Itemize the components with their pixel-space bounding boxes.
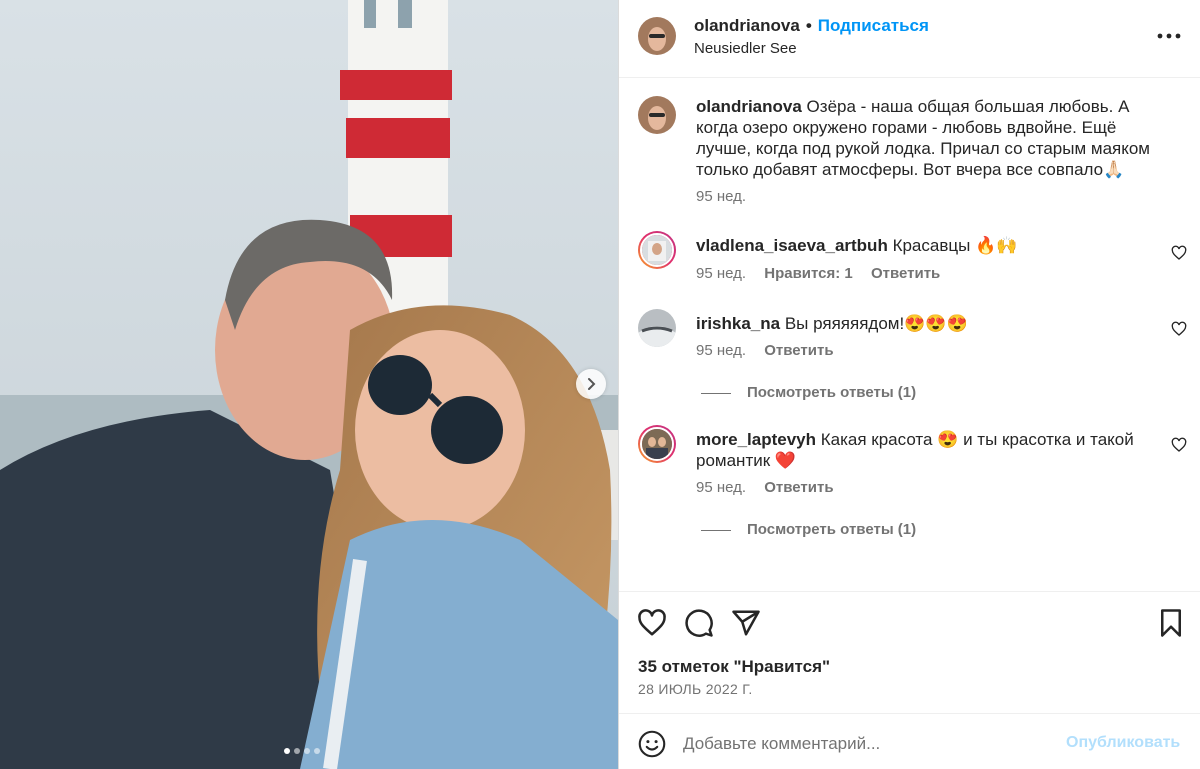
next-slide-button[interactable] (576, 369, 606, 399)
add-comment-bar: Опубликовать (619, 713, 1200, 769)
comment-body: Красавцы 🔥🙌 (892, 236, 1018, 255)
follow-button[interactable]: Подписаться (818, 16, 929, 35)
likes-count[interactable]: 35 отметок "Нравится" (638, 657, 830, 677)
view-replies-label: Посмотреть ответы (1) (747, 384, 917, 401)
reply-button[interactable]: Ответить (764, 342, 833, 359)
emoji-icon[interactable] (638, 730, 666, 758)
commenter-avatar[interactable] (638, 309, 676, 347)
separator-dot: • (805, 16, 812, 35)
publish-button[interactable]: Опубликовать (1066, 734, 1180, 752)
carousel-indicator (284, 748, 320, 754)
post-location[interactable]: Neusiedler See (694, 40, 797, 57)
carousel-dot (294, 748, 300, 754)
view-replies-button[interactable]: Посмотреть ответы (1) (701, 521, 916, 538)
save-bookmark-icon[interactable] (1156, 608, 1186, 638)
like-heart-icon[interactable] (637, 608, 667, 638)
comment-text: vladlena_isaeva_artbuh Красавцы 🔥🙌 (696, 235, 1171, 256)
carousel-dot (284, 748, 290, 754)
comment-time[interactable]: 95 нед. (696, 342, 746, 359)
replies-divider-line (701, 392, 731, 394)
replies-divider-line (701, 529, 731, 531)
post-actions: 35 отметок "Нравится" 28 ИЮЛЬ 2022 Г. (619, 591, 1200, 713)
comment-text: more_laptevyh Какая красота 😍 и ты красо… (696, 429, 1171, 471)
caption-username[interactable]: olandrianova (696, 97, 802, 116)
caption-text: olandrianova Озёра - наша общая большая … (696, 96, 1171, 180)
caption-time[interactable]: 95 нед. (696, 188, 746, 205)
chevron-right-icon (588, 378, 596, 390)
comments-list[interactable]: olandrianova Озёра - наша общая большая … (619, 79, 1200, 591)
post-header: olandrianova • Подписаться Neusiedler See (619, 0, 1200, 78)
comment-meta: 95 нед. Ответить (696, 342, 848, 359)
comment-bubble-icon[interactable] (684, 608, 714, 638)
post-photo (0, 0, 618, 769)
commenter-avatar[interactable] (638, 425, 676, 463)
reply-button[interactable]: Ответить (871, 265, 940, 282)
carousel-dot (304, 748, 310, 754)
more-horizontal-icon[interactable] (1155, 26, 1183, 46)
comment-time[interactable]: 95 нед. (696, 265, 746, 282)
like-comment-heart-icon[interactable] (1171, 321, 1187, 337)
commenter-avatar[interactable] (638, 231, 676, 269)
caption-meta: 95 нед. (696, 188, 760, 205)
comment-username[interactable]: more_laptevyh (696, 430, 816, 449)
comment-likes[interactable]: Нравится: 1 (764, 265, 853, 282)
view-replies-label: Посмотреть ответы (1) (747, 521, 917, 538)
post-media[interactable] (0, 0, 618, 769)
comment-meta: 95 нед. Нравится: 1 Ответить (696, 265, 954, 282)
comment-text: irishka_na Вы ряяяяядом!😍😍😍 (696, 313, 1171, 334)
comment-time[interactable]: 95 нед. (696, 479, 746, 496)
view-replies-button[interactable]: Посмотреть ответы (1) (701, 384, 916, 401)
comment-username[interactable]: irishka_na (696, 314, 780, 333)
comment-body: Вы ряяяяядом!😍😍😍 (784, 314, 968, 333)
like-comment-heart-icon[interactable] (1171, 245, 1187, 261)
author-avatar[interactable] (638, 17, 676, 55)
carousel-dot (314, 748, 320, 754)
reply-button[interactable]: Ответить (764, 479, 833, 496)
comment-username[interactable]: vladlena_isaeva_artbuh (696, 236, 888, 255)
header-user-line: olandrianova • Подписаться (694, 16, 929, 36)
caption-avatar[interactable] (638, 96, 676, 134)
post-date[interactable]: 28 ИЮЛЬ 2022 Г. (638, 681, 753, 697)
comment-input[interactable] (683, 728, 1053, 760)
share-send-icon[interactable] (731, 608, 761, 638)
comment-meta: 95 нед. Ответить (696, 479, 848, 496)
post-details-panel: olandrianova • Подписаться Neusiedler See … (618, 0, 1200, 769)
like-comment-heart-icon[interactable] (1171, 437, 1187, 453)
author-username[interactable]: olandrianova (694, 16, 800, 35)
